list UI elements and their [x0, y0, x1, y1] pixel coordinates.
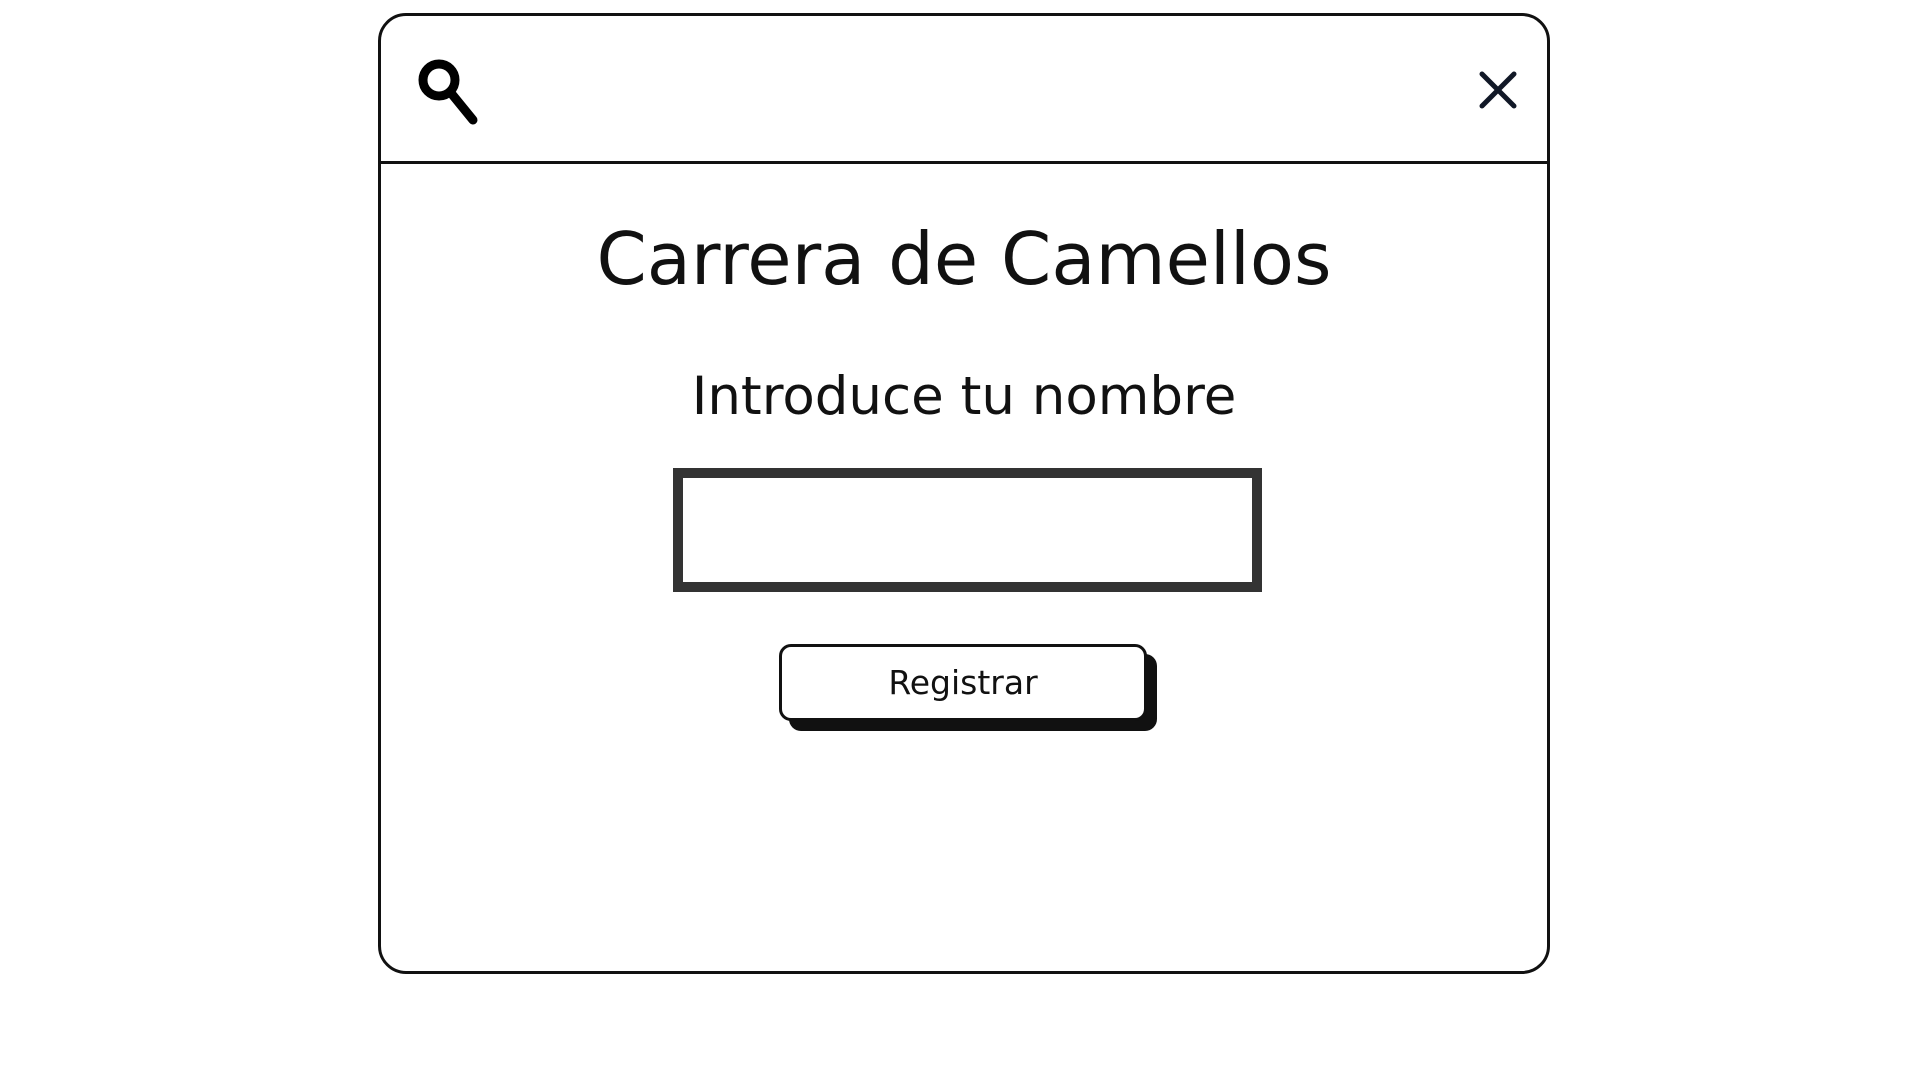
name-prompt-label: Introduce tu nombre	[691, 366, 1237, 427]
register-button[interactable]: Registrar	[779, 644, 1147, 721]
name-input[interactable]	[673, 468, 1262, 592]
window-titlebar	[381, 16, 1547, 164]
page-title: Carrera de Camellos	[596, 217, 1332, 301]
register-button-wrapper: Registrar	[779, 644, 1157, 731]
close-icon[interactable]	[1476, 68, 1520, 112]
camel-race-window: Carrera de Camellos Introduce tu nombre …	[378, 13, 1550, 974]
search-icon[interactable]	[415, 56, 481, 130]
